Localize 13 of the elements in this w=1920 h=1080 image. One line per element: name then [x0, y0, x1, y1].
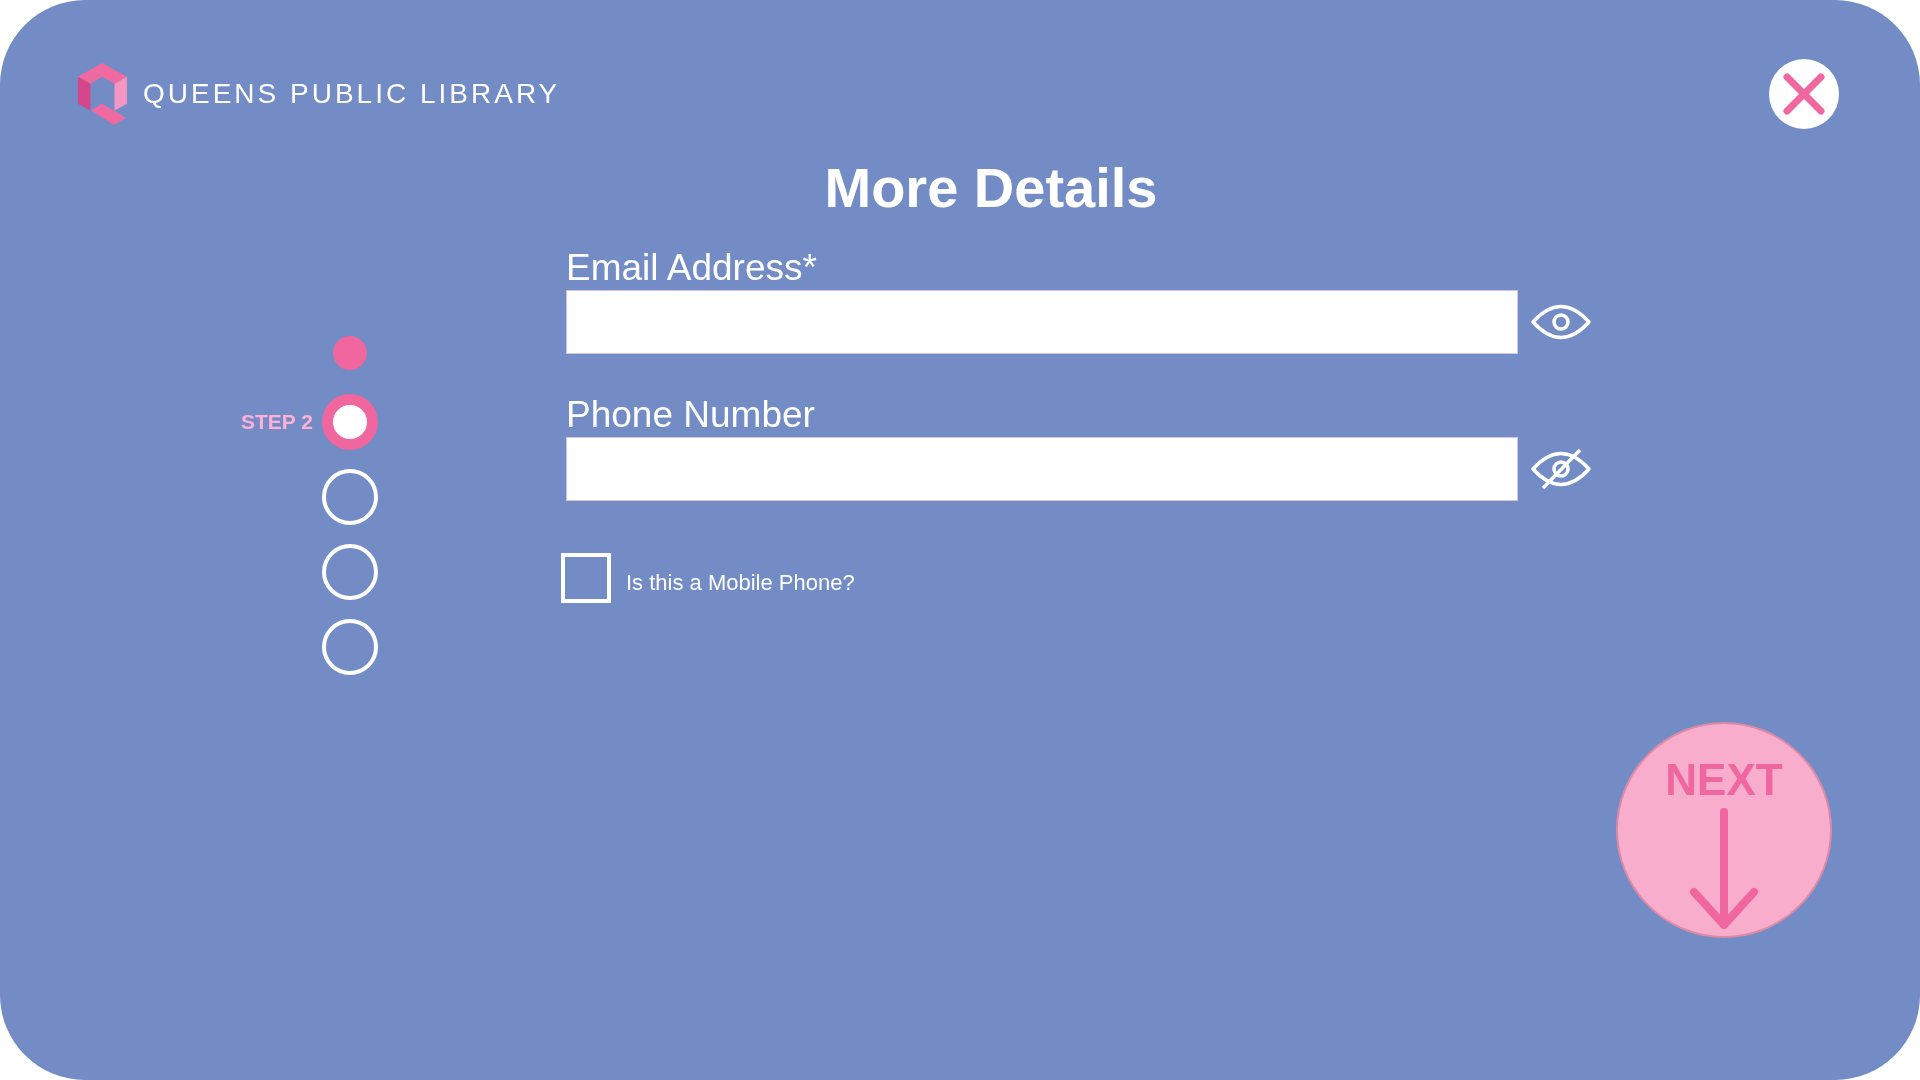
input-field[interactable]	[566, 437, 1518, 501]
input-field[interactable]	[566, 290, 1518, 354]
close-icon	[1782, 72, 1826, 116]
brand-name: QUEENS PUBLIC LIBRARY	[143, 77, 561, 111]
checkbox-label: Is this a Mobile Phone?	[626, 569, 855, 596]
logo-icon	[78, 63, 127, 125]
field-label: Phone Number	[566, 393, 815, 437]
field-label: Email Address*	[566, 246, 817, 290]
page-title: More Details	[824, 156, 1158, 220]
next-button[interactable]: NEXT	[1616, 722, 1832, 938]
eye-slash-icon[interactable]	[1530, 448, 1592, 490]
checkbox[interactable]	[561, 553, 611, 603]
step-label: STEP 2	[241, 409, 313, 435]
